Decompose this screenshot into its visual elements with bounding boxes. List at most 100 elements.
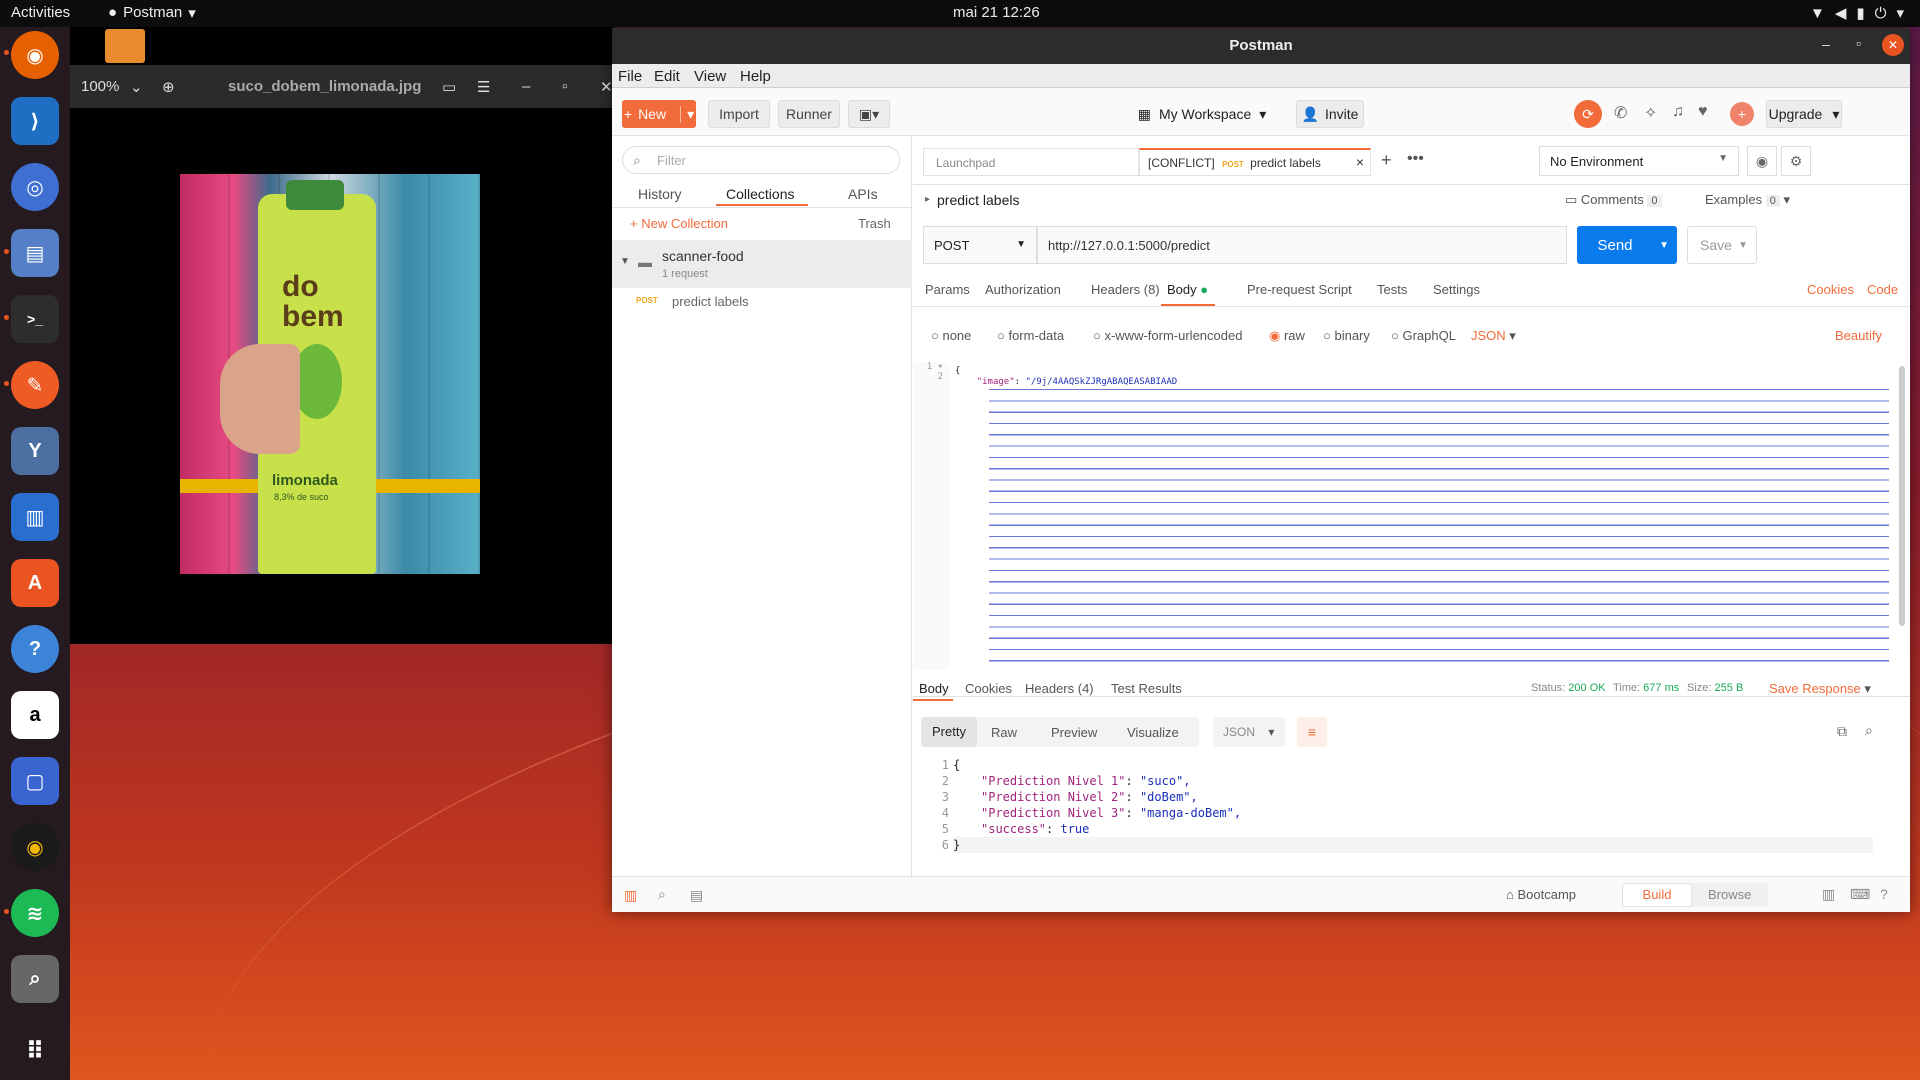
- satellite-icon[interactable]: ✆: [1614, 103, 1627, 123]
- browse-button[interactable]: Browse: [1708, 887, 1751, 902]
- collection-row[interactable]: ▼ ▬ scanner-food 1 request: [612, 240, 912, 288]
- minimize-icon[interactable]: –: [1822, 36, 1830, 52]
- environment-select[interactable]: No Environment ▼: [1539, 146, 1739, 176]
- help-icon[interactable]: ?: [1880, 886, 1888, 902]
- search-icon[interactable]: ⌕: [1865, 722, 1873, 739]
- open-new-button[interactable]: ▣▾: [848, 100, 890, 128]
- body-type-none[interactable]: ○ none: [931, 328, 971, 343]
- rhythmbox-icon[interactable]: ◉: [11, 823, 59, 871]
- menu-help[interactable]: Help: [740, 68, 771, 85]
- bell-icon[interactable]: ♫: [1672, 103, 1684, 121]
- menu-view[interactable]: View: [694, 68, 726, 85]
- tab-params[interactable]: Params: [925, 282, 970, 297]
- magnifier-icon[interactable]: ⌕: [11, 955, 59, 1003]
- import-button[interactable]: Import: [708, 100, 770, 128]
- upgrade-button[interactable]: Upgrade ▾: [1766, 100, 1842, 128]
- tab-body[interactable]: Body ●: [1167, 282, 1208, 297]
- body-type-graphql[interactable]: ○ GraphQL: [1391, 328, 1456, 343]
- body-type-form-data[interactable]: ○ form-data: [997, 328, 1064, 343]
- runner-button[interactable]: Runner: [778, 100, 840, 128]
- view-raw[interactable]: Raw: [991, 725, 1017, 740]
- chevron-right-icon[interactable]: ▸: [925, 194, 930, 205]
- heart-icon[interactable]: ♥: [1698, 103, 1708, 121]
- view-pretty[interactable]: Pretty: [921, 717, 977, 747]
- keyboard-icon[interactable]: ⌨: [1850, 886, 1870, 903]
- chevron-down-icon[interactable]: ▼: [1659, 240, 1669, 251]
- code-link[interactable]: Code: [1867, 282, 1898, 297]
- yed-icon[interactable]: Y: [11, 427, 59, 475]
- more-icon[interactable]: •••: [1407, 150, 1424, 168]
- beautify-link[interactable]: Beautify: [1835, 328, 1882, 343]
- body-type-raw[interactable]: ◉ raw: [1269, 328, 1305, 344]
- sync-icon[interactable]: ⟳: [1574, 100, 1602, 128]
- workspace-selector[interactable]: ▦ My Workspace ▾: [1132, 100, 1272, 128]
- find-icon[interactable]: ⌕: [658, 886, 666, 903]
- trash-link[interactable]: Trash: [858, 216, 891, 231]
- gallery-icon[interactable]: ▭: [442, 78, 456, 96]
- chevron-down-icon[interactable]: ▾: [680, 105, 694, 123]
- scrollbar[interactable]: [1899, 366, 1905, 626]
- sidebar-toggle-icon[interactable]: ▥: [624, 887, 637, 904]
- avatar[interactable]: +: [1730, 102, 1754, 126]
- tab-tests[interactable]: Tests: [1377, 282, 1407, 297]
- body-type-urlencoded[interactable]: ○ x-www-form-urlencoded: [1093, 328, 1242, 343]
- activities-button[interactable]: Activities: [11, 4, 70, 21]
- filter-field[interactable]: ⌕ Filter: [622, 146, 900, 174]
- tab-headers[interactable]: Headers (8): [1091, 282, 1160, 297]
- close-icon[interactable]: ✕: [1882, 34, 1904, 56]
- tab-authorization[interactable]: Authorization: [985, 282, 1061, 297]
- tab-settings[interactable]: Settings: [1433, 282, 1480, 297]
- files-icon[interactable]: ▤: [11, 229, 59, 277]
- terminal-icon[interactable]: >_: [11, 295, 59, 343]
- chevron-down-icon[interactable]: ▼: [1738, 240, 1748, 251]
- tab-apis[interactable]: APIs: [848, 186, 878, 202]
- vscode-icon[interactable]: ⟩: [11, 97, 59, 145]
- resp-tab-body[interactable]: Body: [919, 681, 949, 696]
- save-response-button[interactable]: Save Response ▾: [1769, 681, 1871, 697]
- tab-predict-labels[interactable]: [CONFLICT] POST predict labels ×: [1139, 148, 1371, 176]
- close-icon[interactable]: ×: [1356, 154, 1364, 170]
- zoom-level[interactable]: 100%: [81, 78, 119, 95]
- comments-button[interactable]: ▭ Comments 0: [1565, 192, 1662, 208]
- eye-icon[interactable]: ◉: [1747, 146, 1777, 176]
- resp-tab-cookies[interactable]: Cookies: [965, 681, 1012, 696]
- help-icon[interactable]: ?: [11, 625, 59, 673]
- cookies-link[interactable]: Cookies: [1807, 282, 1854, 297]
- new-button[interactable]: + New ▾: [622, 100, 696, 128]
- filter-input[interactable]: Filter: [657, 153, 686, 168]
- maximize-icon[interactable]: ▫: [562, 78, 567, 95]
- tab-history[interactable]: History: [638, 186, 682, 202]
- layout-icon[interactable]: ▥: [1822, 886, 1835, 903]
- amazon-icon[interactable]: a: [11, 691, 59, 739]
- folder-icon[interactable]: [105, 29, 145, 63]
- postman-icon[interactable]: ✎: [11, 361, 59, 409]
- chromium-icon[interactable]: ◎: [11, 163, 59, 211]
- body-type-binary[interactable]: ○ binary: [1323, 328, 1370, 343]
- view-visualize[interactable]: Visualize: [1127, 725, 1179, 740]
- examples-button[interactable]: Examples 0 ▾: [1705, 192, 1790, 208]
- app-grid-icon[interactable]: ⠿: [11, 1027, 59, 1075]
- chevron-down-icon[interactable]: ▼: [620, 256, 630, 267]
- tab-pre-request[interactable]: Pre-request Script: [1247, 282, 1352, 297]
- view-preview[interactable]: Preview: [1051, 725, 1097, 740]
- request-body-editor[interactable]: 1 ▾ 2 { "image": "/9j/4AAQSkZJRgABAQEASAB…: [913, 362, 1910, 670]
- bootcamp-button[interactable]: ⌂ Bootcamp: [1506, 887, 1576, 902]
- app-menu[interactable]: ● Postman ▾: [108, 4, 196, 22]
- maximize-icon[interactable]: ▫: [1856, 35, 1861, 51]
- tab-launchpad[interactable]: Launchpad: [923, 148, 1139, 176]
- url-input[interactable]: http://127.0.0.1:5000/predict: [1037, 226, 1567, 264]
- method-select[interactable]: POST ▼: [923, 226, 1037, 264]
- response-body[interactable]: 1 2 3 4 5 6 { "Prediction Nivel 1": "suc…: [942, 757, 1893, 853]
- clock[interactable]: mai 21 12:26: [953, 4, 1040, 21]
- menu-file[interactable]: File: [618, 68, 642, 85]
- minimize-icon[interactable]: –: [522, 78, 530, 95]
- resp-tab-headers[interactable]: Headers (4): [1025, 681, 1094, 696]
- build-button[interactable]: Build: [1622, 883, 1692, 907]
- new-tab-button[interactable]: +: [1381, 150, 1392, 171]
- wrap-lines-icon[interactable]: ≡: [1297, 717, 1327, 747]
- chevron-down-icon[interactable]: ⌄: [130, 78, 143, 96]
- system-tray-icons[interactable]: ▼◀▮⏻▾: [1810, 4, 1914, 22]
- spotify-icon[interactable]: ≋: [11, 889, 59, 937]
- wrench-icon[interactable]: ✧: [1644, 103, 1657, 123]
- request-title[interactable]: predict labels: [937, 192, 1020, 208]
